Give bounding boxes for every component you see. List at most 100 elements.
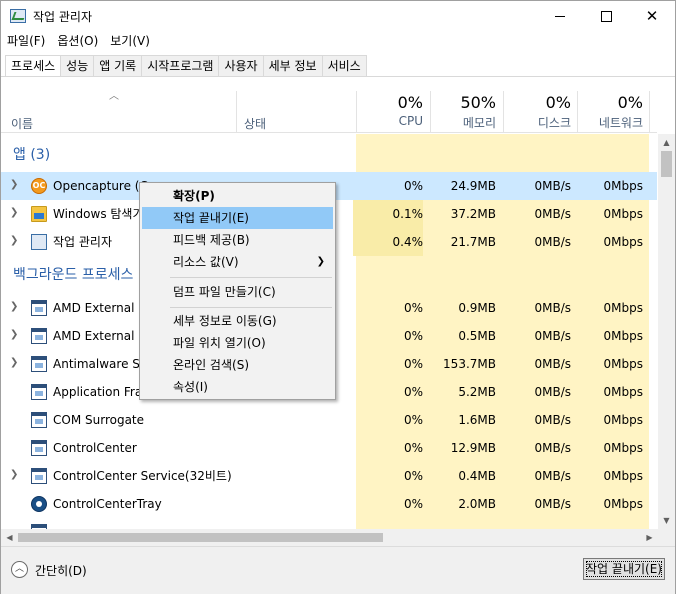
ctx-search-online[interactable]: 온라인 검색(S) (142, 354, 333, 376)
process-row[interactable]: ❯ ControlCenter Service(32비트) 0% 0.4MB 0… (1, 462, 657, 490)
menu-view[interactable]: 보기(V) (104, 32, 156, 51)
network-value: 0Mbps (603, 235, 643, 249)
tab-app-history[interactable]: 앱 기록 (93, 55, 143, 77)
memory-value: 1.6MB (458, 413, 496, 427)
control-center-tray-icon (31, 496, 47, 512)
memory-value: 0.4MB (458, 469, 496, 483)
memory-value: 0.9MB (458, 301, 496, 315)
disk-value: 0MB/s (534, 441, 571, 455)
expand-chevron-icon[interactable]: ❯ (10, 208, 20, 218)
process-name: Antimalware Se (53, 357, 148, 371)
column-disk[interactable]: 0% 디스크 (501, 93, 571, 131)
fewer-details-link[interactable]: 간단히(D) (35, 562, 87, 579)
expand-chevron-icon[interactable]: ❯ (10, 330, 20, 340)
ctx-go-to-details[interactable]: 세부 정보로 이동(G) (142, 310, 333, 332)
folder-icon (31, 206, 47, 222)
expand-chevron-icon[interactable]: ❯ (10, 358, 20, 368)
ctx-open-file-location[interactable]: 파일 위치 열기(O) (142, 332, 333, 354)
maximize-icon (600, 10, 612, 22)
ctx-expand[interactable]: 확장(P) (142, 185, 333, 207)
cpu-value: 0% (403, 469, 423, 483)
minimize-button[interactable] (537, 1, 583, 31)
memory-value: 12.9MB (450, 441, 496, 455)
column-status[interactable]: 상태 (244, 115, 266, 132)
scroll-right-icon[interactable]: ▶ (641, 529, 658, 546)
cpu-value: 0% (403, 497, 423, 511)
menu-options[interactable]: 옵션(O) (51, 32, 104, 51)
column-divider (649, 91, 650, 133)
network-value: 0Mbps (603, 207, 643, 221)
tab-services[interactable]: 서비스 (321, 55, 367, 77)
menu-separator (170, 277, 332, 278)
close-button[interactable]: ✕ (629, 1, 675, 31)
column-cpu[interactable]: 0% CPU (353, 93, 423, 128)
expand-chevron-icon[interactable]: ❯ (10, 180, 20, 190)
network-value: 0Mbps (603, 329, 643, 343)
scrollbar-corner (658, 529, 675, 546)
cpu-value: 0% (403, 329, 423, 343)
process-name: COM Surrogate (53, 413, 145, 427)
ctx-properties[interactable]: 속성(I) (142, 376, 333, 398)
process-name: ControlCenter (53, 441, 137, 455)
network-value: 0Mbps (603, 469, 643, 483)
memory-value: 24.9MB (450, 179, 496, 193)
task-manager-window: 작업 관리자 ✕ 파일(F) 옵션(O) 보기(V) 프로세스 성능 앱 기록 … (0, 0, 676, 594)
column-divider (236, 91, 237, 133)
process-name: Windows 탐색기 (53, 207, 144, 221)
ctx-resource-values[interactable]: 리소스 값(V) ❯ (142, 251, 333, 273)
process-row-partial[interactable] (1, 518, 657, 529)
process-row[interactable]: ControlCenter 0% 12.9MB 0MB/s 0Mbps (1, 434, 657, 462)
network-value: 0Mbps (603, 441, 643, 455)
sort-up-icon: ︿ (109, 91, 119, 102)
network-label: 네트워크 (598, 116, 643, 130)
disk-value: 0MB/s (534, 469, 571, 483)
vertical-scroll-thumb[interactable] (661, 151, 672, 177)
column-name[interactable]: 이름 (11, 115, 33, 132)
column-network[interactable]: 0% 네트워크 (573, 93, 643, 131)
tab-startup[interactable]: 시작프로그램 (141, 55, 220, 77)
task-manager-icon (31, 234, 47, 250)
expand-chevron-icon[interactable]: ❯ (10, 236, 20, 246)
app-window-icon (31, 300, 47, 316)
network-value: 0Mbps (603, 385, 643, 399)
maximize-button[interactable] (583, 1, 629, 31)
horizontal-scroll-thumb[interactable] (18, 533, 383, 542)
scroll-left-icon[interactable]: ◀ (1, 529, 18, 546)
app-window-icon (31, 468, 47, 484)
ctx-create-dump[interactable]: 덤프 파일 만들기(C) (142, 281, 333, 303)
tab-performance[interactable]: 성능 (60, 55, 95, 77)
tab-details[interactable]: 세부 정보 (262, 55, 323, 77)
process-row[interactable]: COM Surrogate 0% 1.6MB 0MB/s 0Mbps (1, 406, 657, 434)
process-name: AMD External E (53, 329, 146, 343)
tab-users[interactable]: 사용자 (218, 55, 264, 77)
disk-value: 0MB/s (534, 207, 571, 221)
chevron-up-circle-icon[interactable]: ︿ (11, 561, 28, 578)
group-background: 백그라운드 프로세스 (13, 267, 134, 283)
scroll-up-icon[interactable]: ▲ (658, 134, 675, 151)
tab-divider (1, 76, 675, 77)
app-window-icon (31, 356, 47, 372)
context-menu: 확장(P) 작업 끝내기(E) 피드백 제공(B) 리소스 값(V) ❯ 덤프 … (139, 182, 336, 400)
tab-processes[interactable]: 프로세스 (5, 55, 62, 77)
footer-bar: ︿ 간단히(D) 작업 끝내기(E) (1, 546, 675, 594)
network-value: 0Mbps (603, 301, 643, 315)
ctx-provide-feedback[interactable]: 피드백 제공(B) (142, 229, 333, 251)
app-window-icon (31, 384, 47, 400)
process-name: Opencapture (C (53, 179, 148, 193)
process-row[interactable]: ControlCenterTray 0% 2.0MB 0MB/s 0Mbps (1, 490, 657, 518)
disk-total: 0% (545, 93, 571, 112)
column-memory[interactable]: 50% 메모리 (426, 93, 496, 131)
end-task-button[interactable]: 작업 끝내기(E) (583, 558, 665, 580)
app-window-icon (31, 412, 47, 428)
network-value: 0Mbps (603, 497, 643, 511)
ctx-end-task[interactable]: 작업 끝내기(E) (142, 207, 333, 229)
horizontal-scrollbar[interactable]: ◀ ▶ (1, 529, 658, 546)
cpu-value: 0.4% (353, 228, 423, 256)
expand-chevron-icon[interactable]: ❯ (10, 302, 20, 312)
scroll-down-icon[interactable]: ▼ (658, 512, 675, 529)
menu-file[interactable]: 파일(F) (1, 32, 51, 51)
process-name: ControlCenterTray (53, 497, 162, 511)
close-icon: ✕ (645, 7, 659, 25)
expand-chevron-icon[interactable]: ❯ (10, 470, 20, 480)
vertical-scrollbar[interactable]: ▲ ▼ (658, 134, 675, 529)
